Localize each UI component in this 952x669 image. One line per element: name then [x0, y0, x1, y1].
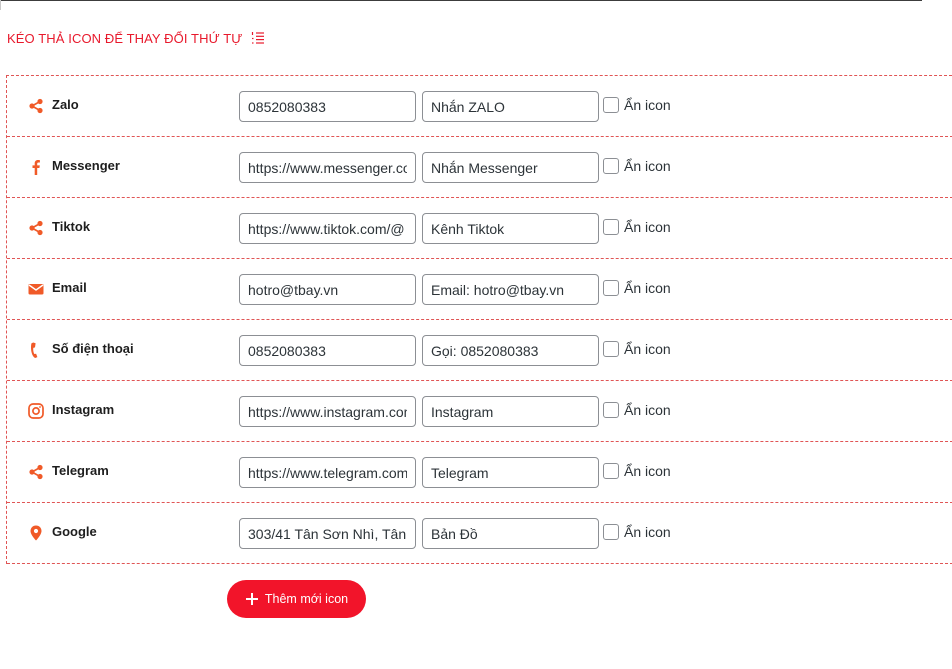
facebook-icon[interactable] [28, 159, 44, 175]
map-pin-icon[interactable] [28, 525, 44, 541]
label-input[interactable] [422, 335, 599, 366]
hide-icon-checkbox[interactable] [603, 219, 619, 235]
row-name: Số điện thoại [52, 341, 134, 356]
hide-icon-option[interactable]: Ẩn icon [603, 219, 671, 235]
label-input[interactable] [422, 274, 599, 305]
link-input[interactable] [239, 274, 416, 305]
icon-row-messenger[interactable]: Messenger Ẩn icon [7, 137, 952, 198]
section-heading-text: KÉO THẢ ICON ĐỂ THAY ĐỔI THỨ TỰ [7, 30, 243, 46]
row-name: Zalo [52, 97, 79, 112]
plus-icon [245, 592, 259, 606]
label-input[interactable] [422, 396, 599, 427]
email-icon[interactable] [28, 281, 44, 297]
link-input[interactable] [239, 213, 416, 244]
link-input[interactable] [239, 518, 416, 549]
icon-row-zalo[interactable]: Zalo Ẩn icon [7, 76, 952, 137]
hide-icon-checkbox[interactable] [603, 97, 619, 113]
hide-icon-label[interactable]: Ẩn icon [624, 341, 671, 357]
hide-icon-label[interactable]: Ẩn icon [624, 97, 671, 113]
share-icon[interactable] [28, 464, 44, 480]
link-input[interactable] [239, 396, 416, 427]
share-icon[interactable] [28, 220, 44, 236]
label-input[interactable] [422, 457, 599, 488]
hide-icon-checkbox[interactable] [603, 463, 619, 479]
hide-icon-checkbox[interactable] [603, 402, 619, 418]
list-order-icon [251, 31, 265, 45]
phone-icon[interactable] [28, 342, 44, 358]
instagram-icon[interactable] [28, 403, 44, 419]
top-divider [0, 0, 922, 1]
row-name: Telegram [52, 463, 109, 478]
section-heading: KÉO THẢ ICON ĐỂ THAY ĐỔI THỨ TỰ [7, 29, 265, 47]
hide-icon-option[interactable]: Ẩn icon [603, 280, 671, 296]
row-name: Google [52, 524, 97, 539]
add-icon-button[interactable]: Thêm mới icon [227, 580, 366, 618]
hide-icon-label[interactable]: Ẩn icon [624, 219, 671, 235]
hide-icon-label[interactable]: Ẩn icon [624, 158, 671, 174]
label-input[interactable] [422, 152, 599, 183]
hide-icon-option[interactable]: Ẩn icon [603, 463, 671, 479]
hide-icon-label[interactable]: Ẩn icon [624, 463, 671, 479]
share-icon[interactable] [28, 98, 44, 114]
icon-row-tiktok[interactable]: Tiktok Ẩn icon [7, 198, 952, 259]
row-name: Messenger [52, 158, 120, 173]
hide-icon-option[interactable]: Ẩn icon [603, 524, 671, 540]
icon-row-phone[interactable]: Số điện thoại Ẩn icon [7, 320, 952, 381]
hide-icon-option[interactable]: Ẩn icon [603, 97, 671, 113]
hide-icon-option[interactable]: Ẩn icon [603, 158, 671, 174]
icon-row-email[interactable]: Email Ẩn icon [7, 259, 952, 320]
hide-icon-label[interactable]: Ẩn icon [624, 280, 671, 296]
link-input[interactable] [239, 457, 416, 488]
hide-icon-label[interactable]: Ẩn icon [624, 402, 671, 418]
top-divider-tick [0, 0, 1, 10]
row-name: Instagram [52, 402, 115, 417]
hide-icon-checkbox[interactable] [603, 524, 619, 540]
hide-icon-checkbox[interactable] [603, 341, 619, 357]
icon-row-instagram[interactable]: Instagram Ẩn icon [7, 381, 952, 442]
icon-row-google[interactable]: Google Ẩn icon [7, 503, 952, 564]
label-input[interactable] [422, 518, 599, 549]
link-input[interactable] [239, 152, 416, 183]
icon-row-telegram[interactable]: Telegram Ẩn icon [7, 442, 952, 503]
hide-icon-label[interactable]: Ẩn icon [624, 524, 671, 540]
label-input[interactable] [422, 91, 599, 122]
row-name: Email [52, 280, 87, 295]
link-input[interactable] [239, 335, 416, 366]
hide-icon-option[interactable]: Ẩn icon [603, 341, 671, 357]
add-icon-button-label: Thêm mới icon [264, 592, 349, 606]
link-input[interactable] [239, 91, 416, 122]
label-input[interactable] [422, 213, 599, 244]
row-name: Tiktok [52, 219, 91, 234]
hide-icon-option[interactable]: Ẩn icon [603, 402, 671, 418]
hide-icon-checkbox[interactable] [603, 158, 619, 174]
hide-icon-checkbox[interactable] [603, 280, 619, 296]
icon-sortable-list: Zalo Ẩn icon Messenger Ẩn icon Tiktok Ẩn… [6, 75, 952, 564]
